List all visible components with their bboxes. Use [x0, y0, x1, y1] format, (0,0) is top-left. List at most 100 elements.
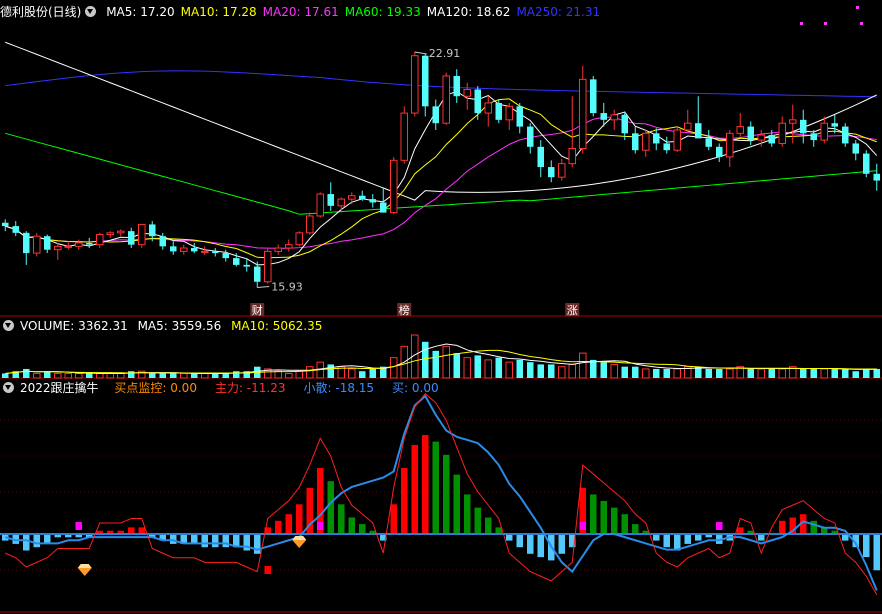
candle-body — [179, 247, 188, 252]
candle-body — [725, 132, 734, 158]
candle-body — [1, 222, 9, 227]
main-force-bar — [211, 534, 219, 548]
volume-bar — [725, 368, 734, 379]
volume-bar — [200, 372, 209, 379]
event-marker-1: 榜 — [399, 303, 410, 317]
candle-body — [505, 105, 514, 121]
main-force-bar — [631, 524, 639, 534]
main-force-bar — [484, 517, 492, 534]
candle-body — [295, 232, 304, 246]
candle-body — [747, 126, 755, 141]
volume-bar — [547, 364, 555, 378]
candle-body — [641, 132, 650, 151]
volume-bar — [705, 368, 713, 378]
volume-bar — [578, 352, 587, 379]
volume-bar — [831, 368, 839, 378]
volume-bar — [32, 372, 41, 379]
volume-bar — [432, 350, 440, 378]
candle-body — [557, 163, 566, 178]
volume-bar — [22, 368, 30, 378]
candle-body — [463, 88, 472, 97]
candle-body — [600, 113, 608, 120]
candle-body — [484, 102, 493, 114]
volume-bar — [211, 373, 219, 378]
low-pointer — [257, 285, 270, 288]
volume-bar — [474, 355, 482, 378]
candle-body — [841, 126, 849, 144]
candle-body — [862, 153, 870, 174]
volume-bar — [778, 368, 787, 379]
volume-bar — [568, 363, 577, 379]
volume-bar — [589, 359, 597, 378]
volume-bar — [526, 362, 534, 378]
high-price-label: 22.91 — [429, 47, 461, 60]
volume-bar — [495, 357, 503, 378]
candle-body — [831, 123, 839, 127]
candle-body — [516, 106, 524, 127]
signal-marker — [264, 566, 272, 574]
candle-body — [705, 138, 713, 147]
event-marker-0: 财 — [252, 303, 263, 317]
candle-body — [243, 264, 251, 267]
main-force-bar — [621, 514, 629, 534]
candle-body — [578, 78, 587, 150]
candle-body — [211, 251, 219, 254]
volume-bar — [799, 368, 807, 378]
main-force-bar — [600, 501, 608, 534]
candle-body — [526, 126, 534, 147]
volume-bar — [369, 368, 377, 378]
main-force-bar — [327, 481, 335, 534]
volume-bar — [159, 373, 167, 378]
main-force-bar — [684, 534, 692, 544]
volume-bar — [421, 341, 429, 378]
volume-bar — [557, 366, 566, 379]
volume-bar — [641, 368, 650, 379]
candle-body — [222, 253, 230, 259]
volume-bar — [453, 353, 461, 378]
candle-body — [379, 202, 387, 213]
candle-body — [810, 133, 818, 141]
candle-body — [159, 236, 167, 247]
main-force-bar — [474, 507, 482, 534]
main-force-bar — [337, 504, 345, 534]
decor-dot — [800, 22, 803, 25]
volume-bar — [852, 371, 860, 378]
ma10-line — [5, 98, 877, 259]
candle-body — [788, 119, 797, 124]
candle-body — [32, 235, 41, 254]
candle-body — [263, 250, 272, 283]
main-force-bar — [222, 534, 230, 548]
candle-body — [400, 112, 409, 161]
volume-bar — [873, 368, 881, 378]
volume-bar — [757, 368, 766, 379]
candle-body — [85, 242, 93, 245]
stock-chart[interactable]: 22.91 15.93 财 榜 涨 — [0, 0, 882, 614]
candle-body — [53, 245, 62, 251]
volume-bar — [95, 372, 104, 379]
volume-bar — [715, 368, 723, 378]
volume-bar — [358, 371, 366, 378]
volume-bar — [505, 361, 514, 379]
candle-body — [495, 102, 503, 120]
candle-body — [137, 223, 146, 246]
candle-body — [284, 244, 293, 249]
volume-bar — [169, 373, 177, 378]
candle-body — [95, 234, 104, 246]
main-force-bar — [421, 435, 429, 534]
candle-body — [453, 75, 461, 97]
main-force-bar — [862, 534, 870, 558]
volume-bar — [74, 372, 83, 379]
main-force-bar — [432, 441, 440, 534]
ma60-line — [5, 132, 877, 215]
decor-dot — [824, 22, 827, 25]
buy-diamond-icon — [77, 568, 92, 576]
main-force-bar — [810, 520, 818, 534]
candle-body — [683, 122, 692, 131]
main-force-bar — [526, 534, 534, 554]
high-pointer — [414, 51, 427, 55]
volume-bar — [621, 366, 629, 378]
candle-body — [673, 129, 682, 151]
volume-bar — [106, 372, 115, 379]
ma5-line — [5, 90, 878, 266]
buy-diamond-icon — [292, 540, 307, 548]
